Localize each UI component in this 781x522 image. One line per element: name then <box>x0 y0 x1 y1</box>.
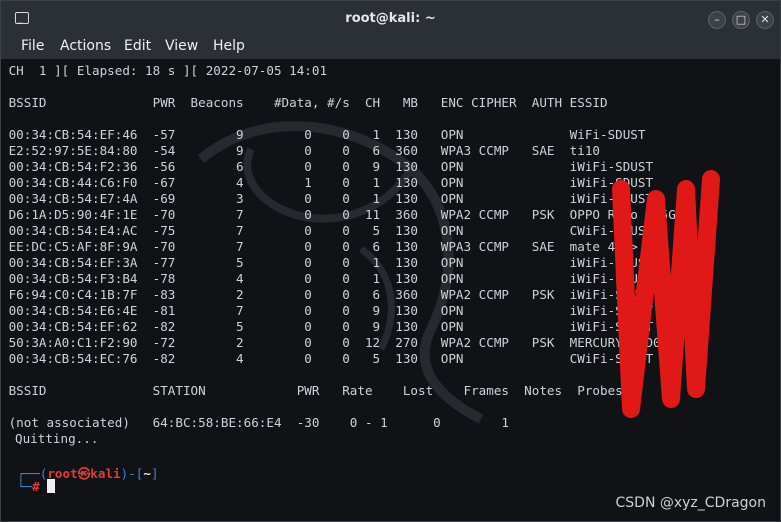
title-bar[interactable]: _ root@kali: ~ – □ ✕ <box>1 1 780 37</box>
close-button[interactable]: ✕ <box>756 11 774 29</box>
menu-actions[interactable]: Actions <box>60 38 111 54</box>
ap-row: F6:94:C0:C4:1B:7F -83 2 0 0 6 360 WPA2 C… <box>1 287 654 302</box>
ap-row: 00:34:CB:54:F2:36 -56 6 0 0 9 130 OPN iW… <box>1 159 654 174</box>
prompt-input-line[interactable]: └─# <box>17 479 56 494</box>
ap-row: 00:34:CB:54:E7:4A -69 3 0 0 1 130 OPN iW… <box>1 191 654 206</box>
terminal-output[interactable]: CH 1 ][ Elapsed: 18 s ][ 2022-07-05 14:0… <box>1 59 780 521</box>
menu-edit[interactable]: Edit <box>124 38 151 54</box>
ap-row: 50:3A:A0:C1:F2:90 -72 2 0 0 12 270 WPA2 … <box>1 335 661 350</box>
ap-row: 00:34:CB:54:E6:4E -81 7 0 0 9 130 OPN iW… <box>1 303 654 318</box>
csdn-watermark: CSDN @xyz_CDragon <box>615 495 767 511</box>
quit-line: Quitting... <box>15 431 99 446</box>
terminal-window: _ root@kali: ~ – □ ✕ File Actions Edit V… <box>0 0 781 522</box>
text-cursor <box>47 479 56 493</box>
menu-view[interactable]: View <box>165 38 198 54</box>
ap-row: 00:34:CB:54:EC:76 -82 4 0 0 5 130 OPN CW… <box>1 351 654 366</box>
ap-row: 00:34:CB:54:EF:46 -57 9 0 0 1 130 OPN Wi… <box>1 127 646 142</box>
prompt-at: ㉿ <box>77 466 91 481</box>
station-table-header: BSSID STATION PWR Rate Lost Frames Notes… <box>1 383 623 398</box>
red-redaction-scribble <box>612 170 720 418</box>
window-title: root@kali: ~ <box>345 11 436 26</box>
ap-row: 00:34:CB:44:C6:F0 -67 4 1 0 1 130 OPN iW… <box>1 175 654 190</box>
ap-row: D6:1A:D5:90:4F:1E -70 7 0 0 11 360 WPA2 … <box>1 207 676 222</box>
ap-table-header: BSSID PWR Beacons #Data, #/s CH MB ENC C… <box>1 95 608 110</box>
prompt-host: kali <box>90 466 121 481</box>
ap-row: 00:34:CB:54:E4:AC -75 7 0 0 5 130 OPN CW… <box>1 223 654 238</box>
station-row: (not associated) 64:BC:58:BE:66:E4 -30 0… <box>1 415 509 430</box>
minimize-button[interactable]: – <box>708 11 726 29</box>
ap-row: 00:34:CB:54:F3:B4 -78 4 0 0 1 130 OPN iW… <box>1 271 654 286</box>
menu-file[interactable]: File <box>21 38 44 54</box>
status-line: CH 1 ][ Elapsed: 18 s ][ 2022-07-05 14:0… <box>1 63 328 78</box>
menu-help[interactable]: Help <box>213 38 245 54</box>
prompt-symbol: # <box>32 479 40 494</box>
ap-row: 00:34:CB:54:EF:3A -77 5 0 0 1 130 OPN iW… <box>1 255 654 270</box>
maximize-button[interactable]: □ <box>732 11 750 29</box>
menu-bar: File Actions Edit View Help <box>1 37 780 59</box>
prompt-dir: ~ <box>143 466 151 481</box>
ap-row: EE:DC:C5:AF:8F:9A -70 7 0 0 6 130 WPA3 C… <box>1 239 638 254</box>
ap-row: E2:52:97:5E:84:80 -54 9 0 0 6 360 WPA3 C… <box>1 143 600 158</box>
ap-row: 00:34:CB:54:EF:62 -82 5 0 0 9 130 OPN iW… <box>1 319 654 334</box>
